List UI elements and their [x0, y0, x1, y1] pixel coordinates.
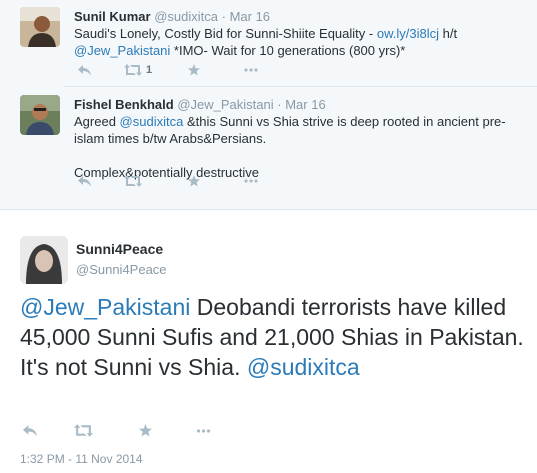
tweet-text: @Jew_Pakistani Deobandi terrorists have …: [20, 292, 530, 382]
tweet-text-part: Saudi's Lonely, Costly Bid for Sunni-Shi…: [74, 26, 377, 41]
favorite-icon[interactable]: [188, 175, 200, 187]
retweet-count: 1: [146, 64, 153, 76]
mention-link[interactable]: @sudixitca: [247, 354, 360, 380]
favorite-icon[interactable]: [188, 64, 201, 76]
tweet-text-part: Agreed: [74, 114, 120, 129]
avatar[interactable]: [20, 7, 60, 47]
reply-tweet[interactable]: Sunil Kumar @sudixitca · Mar 16 Saudi's …: [0, 0, 537, 86]
separator-dot: ·: [277, 97, 282, 112]
conversation-replies: Sunil Kumar @sudixitca · Mar 16 Saudi's …: [0, 0, 537, 209]
retweet-icon[interactable]: [124, 175, 142, 187]
mention-link[interactable]: @Jew_Pakistani: [74, 43, 170, 58]
retweet-icon[interactable]: [124, 64, 142, 76]
more-icon[interactable]: [244, 179, 258, 183]
reply-icon[interactable]: [74, 175, 94, 187]
timestamp[interactable]: Mar 16: [285, 97, 325, 112]
tweet-actions: [74, 175, 258, 187]
fullname[interactable]: Sunil Kumar: [74, 9, 151, 24]
reply-icon[interactable]: [74, 64, 94, 76]
handle[interactable]: @Jew_Pakistani: [177, 97, 273, 112]
avatar[interactable]: [20, 236, 68, 284]
tweet-text: Saudi's Lonely, Costly Bid for Sunni-Shi…: [74, 25, 524, 59]
mention-link[interactable]: @sudixitca: [120, 114, 184, 129]
reply-tweet[interactable]: Fishel Benkhald @Jew_Pakistani · Mar 16 …: [0, 87, 537, 209]
retweet-icon[interactable]: [74, 424, 93, 437]
tweet-datetime[interactable]: 1:32 PM - 11 Nov 2014: [20, 452, 143, 466]
tweet-text: Agreed @sudixitca &this Sunni vs Shia st…: [74, 113, 524, 181]
separator-dot: ·: [221, 9, 226, 24]
divider: [0, 209, 537, 210]
avatar[interactable]: [20, 95, 60, 135]
more-icon[interactable]: [244, 68, 258, 72]
tweet-actions: [20, 424, 211, 437]
handle[interactable]: @sudixitca: [154, 9, 218, 24]
handle[interactable]: @Sunni4Peace: [76, 262, 167, 277]
fullname[interactable]: Sunni4Peace: [76, 241, 163, 257]
favorite-icon[interactable]: [139, 424, 152, 437]
more-icon[interactable]: [196, 428, 211, 433]
tweet-link[interactable]: ow.ly/3i8lcj: [377, 26, 439, 41]
fullname[interactable]: Fishel Benkhald: [74, 97, 174, 112]
tweet-text-part: h/t: [438, 26, 458, 41]
tweet-text-part: *IMO- Wait for 10 generations (800 yrs)*: [170, 43, 406, 58]
mention-link[interactable]: @Jew_Pakistani: [20, 294, 190, 320]
tweet-actions: 1: [74, 64, 258, 76]
timestamp[interactable]: Mar 16: [230, 9, 270, 24]
reply-icon[interactable]: [20, 424, 40, 437]
